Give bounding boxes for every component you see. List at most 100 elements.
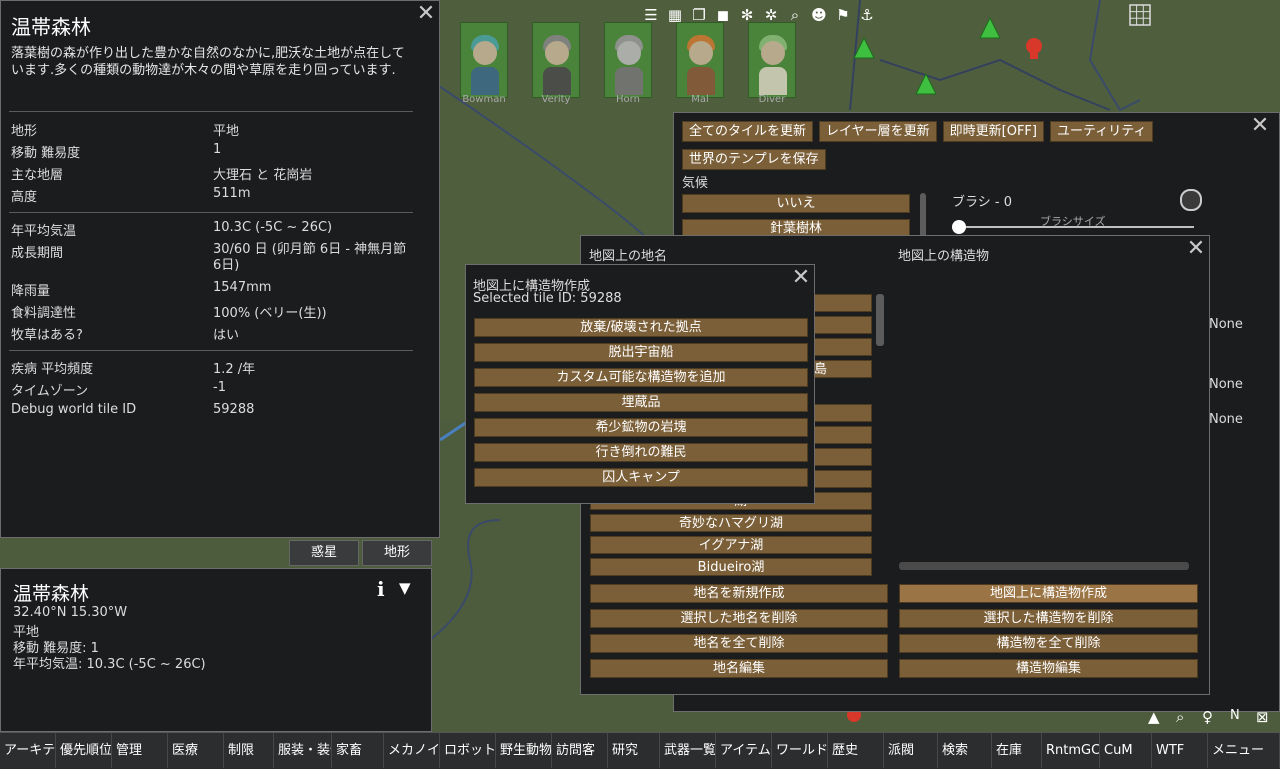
row-label: タイムゾーン [11,384,89,399]
names-scrollbar[interactable] [876,294,884,346]
colonist-name: Diver [758,94,786,105]
row-value: 511m [213,186,251,201]
tab-animals[interactable]: 家畜 [332,733,384,768]
row-label: 地形 [11,124,38,139]
brush-label: ブラシ - 0 [952,195,1012,210]
structure-option[interactable]: 行き倒れの難民 [474,443,808,462]
structure-option[interactable]: 埋蔵品 [474,393,808,412]
colonist-name: Verity [541,94,571,105]
tab-weapons[interactable]: 武器一覧 [660,733,716,768]
close-icon[interactable]: ✕ [1249,115,1271,137]
utility-button[interactable]: ユーティリティ [1049,121,1154,142]
inspect-panel: 温帯森林 i ▼ 32.40°N 15.30°W 平地 移動 難易度: 1 年平… [0,568,432,732]
tab-menu[interactable]: メニュー [1208,733,1280,768]
close-icon[interactable]: ✕ [415,3,437,25]
row-label: 成長期間 [11,246,64,261]
inspect-temp: 年平均気温: 10.3C (-5C ~ 26C) [13,657,206,672]
climate-scrollbar[interactable] [920,193,926,239]
instant-update-button[interactable]: 即時更新[OFF] [942,121,1044,142]
tab-inventory[interactable]: 在庫 [992,733,1042,768]
tab-search[interactable]: 検索 [938,733,992,768]
tab-terrain[interactable]: 地形 [362,540,432,566]
name-list-item[interactable]: Bidueiro湖 [590,558,872,576]
row-label: 移動 難易度 [11,146,81,161]
delete-all-structures-button[interactable]: 構造物を全て削除 [899,634,1198,653]
tab-rntmgc[interactable]: RntmGC [1042,733,1100,768]
brush-color-swatch[interactable] [1180,189,1202,211]
tab-planet[interactable]: 惑星 [289,540,359,566]
tab-architect[interactable]: アーキテクト [0,733,56,768]
close-icon[interactable]: ✕ [790,267,812,289]
tab-cum[interactable]: CuM [1100,733,1152,768]
tab-factions[interactable]: 派閥 [884,733,938,768]
colonist-portrait[interactable] [676,22,724,98]
delete-selected-structure-button[interactable]: 選択した構造物を削除 [899,609,1198,628]
info-icon[interactable]: i [377,577,385,601]
tab-apparel[interactable]: 服装・装備 [274,733,332,768]
colonist-name: Horn [616,94,640,105]
tab-restrict[interactable]: 制限 [224,733,274,768]
row-label: 降雨量 [11,284,51,299]
edit-names-button[interactable]: 地名編集 [590,659,888,678]
tab-items[interactable]: アイテム [716,733,772,768]
tab-research[interactable]: 研究 [608,733,660,768]
delete-all-names-button[interactable]: 地名を全て削除 [590,634,888,653]
structures-scrollbar[interactable] [899,562,1189,570]
edit-structures-button[interactable]: 構造物編集 [899,659,1198,678]
colonist-portrait[interactable] [532,22,580,98]
tab-wtf[interactable]: WTF [1152,733,1208,768]
tab-priorities[interactable]: 優先順位 [56,733,112,768]
mountain-icon[interactable]: ▲ [1148,708,1160,726]
anchor-icon[interactable]: ⚓ [858,6,876,24]
expand-icon[interactable]: ⊠ [1256,708,1269,726]
create-structure-button[interactable]: 地図上に構造物作成 [899,584,1198,603]
update-all-tiles-button[interactable]: 全てのタイルを更新 [682,121,814,142]
colonist-portrait[interactable] [460,22,508,98]
divider [9,350,413,351]
colonist-name: Mal [691,94,709,105]
name-list-item[interactable]: 奇妙なハマグリ湖 [590,514,872,532]
map-controls: ▲ ⌕ ♀ N ⊠ [1146,708,1280,730]
chevron-down-icon[interactable]: ▼ [399,579,411,597]
none-label: None [1209,412,1243,427]
row-label: 高度 [11,190,38,205]
skull-icon[interactable]: ☻ [810,6,828,24]
slider-handle[interactable] [952,220,966,234]
tab-manage[interactable]: 管理 [112,733,168,768]
colonist-portrait[interactable] [748,22,796,98]
row-label: Debug world tile ID [11,402,137,417]
tab-history[interactable]: 歴史 [828,733,884,768]
climate-item[interactable]: いいえ [682,194,910,213]
structure-option[interactable]: 希少鉱物の岩塊 [474,418,808,437]
tab-mechanoids[interactable]: メカノイド [384,733,440,768]
zoom-icon[interactable]: ⌕ [1176,708,1184,726]
selected-tile-id: Selected tile ID: 59288 [473,291,622,306]
tile-title: 温帯森林 [11,15,91,39]
brush-size-slider[interactable] [958,226,1194,228]
new-name-button[interactable]: 地名を新規作成 [590,584,888,603]
tab-visitors[interactable]: 訪問客 [552,733,608,768]
row-value: 100% (ベリー(生)) [213,306,327,321]
structure-option[interactable]: 放棄/破壊された拠点 [474,318,808,337]
tab-world[interactable]: ワールド [772,733,828,768]
update-layer-button[interactable]: レイヤー層を更新 [819,121,937,142]
structure-option[interactable]: 囚人キャンプ [474,468,808,487]
tab-medical[interactable]: 医療 [168,733,224,768]
structure-option[interactable]: カスタム可能な構造物を追加 [474,368,808,387]
row-value: 1547mm [213,280,272,295]
close-icon[interactable]: ✕ [1185,238,1207,260]
flag-icon[interactable]: ⚑ [834,6,852,24]
structure-option[interactable]: 脱出宇宙船 [474,343,808,362]
create-structure-dialog: ✕ 地図上に構造物作成 Selected tile ID: 59288 放棄/破… [465,264,815,504]
tab-robots[interactable]: ロボット [440,733,496,768]
tab-wildlife[interactable]: 野生動物 [496,733,552,768]
row-label: 牧草はある? [11,328,83,343]
compass-icon[interactable]: N [1230,708,1240,723]
row-label: 疾病 平均頻度 [11,362,94,377]
delete-selected-name-button[interactable]: 選択した地名を削除 [590,609,888,628]
colonist-portrait[interactable] [604,22,652,98]
none-label: None [1209,317,1243,332]
lightbulb-icon[interactable]: ♀ [1202,708,1213,726]
save-template-button[interactable]: 世界のテンプレを保存 [682,149,826,170]
name-list-item[interactable]: イグアナ湖 [590,536,872,554]
